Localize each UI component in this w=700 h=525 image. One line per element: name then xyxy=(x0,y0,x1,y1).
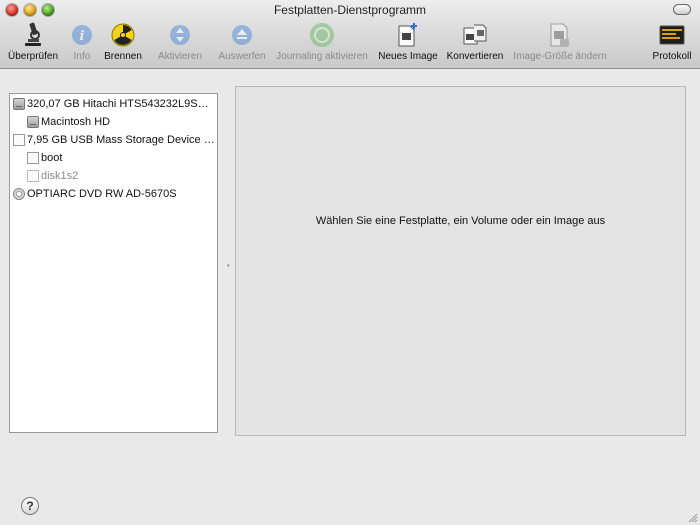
disk-utility-window: Festplatten-Dienstprogramm Überprüfen i … xyxy=(0,0,700,525)
list-item-volume-disk1s2[interactable]: disk1s2 xyxy=(27,167,78,184)
list-item-label: OPTIARC DVD RW AD-5670S xyxy=(27,187,177,200)
burn-button[interactable]: Brennen xyxy=(102,20,144,62)
mount-label: Aktivieren xyxy=(158,51,202,62)
list-item-optical-drive[interactable]: OPTIARC DVD RW AD-5670S xyxy=(13,185,177,202)
eject-label: Auswerfen xyxy=(218,51,266,62)
convert-icon xyxy=(462,20,488,50)
log-button[interactable]: Protokoll xyxy=(649,20,695,62)
help-button[interactable]: ? xyxy=(21,497,39,515)
titlebar-toolbar: Festplatten-Dienstprogramm Überprüfen i … xyxy=(0,0,700,69)
detail-pane: Wählen Sie eine Festplatte, ein Volume o… xyxy=(235,86,686,436)
journaling-button[interactable]: Journaling aktivieren xyxy=(273,20,371,62)
burn-label: Brennen xyxy=(104,51,142,62)
log-icon xyxy=(659,20,685,50)
new-image-button[interactable]: Neues Image xyxy=(377,20,439,62)
info-icon: i xyxy=(71,20,93,50)
verify-button[interactable]: Überprüfen xyxy=(7,20,59,62)
list-item-label: 320,07 GB Hitachi HTS543232L9S… xyxy=(27,97,209,110)
new-image-label: Neues Image xyxy=(378,51,438,62)
split-view-handle[interactable]: • xyxy=(227,261,230,270)
resize-image-label: Image-Größe ändern xyxy=(513,51,607,62)
verify-label: Überprüfen xyxy=(7,51,59,62)
list-item-disk-usb[interactable]: 7,95 GB USB Mass Storage Device … xyxy=(13,131,215,148)
burn-icon xyxy=(111,20,135,50)
convert-button[interactable]: Konvertieren xyxy=(445,20,505,62)
new-image-icon xyxy=(396,20,420,50)
resize-grip-icon[interactable] xyxy=(688,513,698,523)
svg-text:i: i xyxy=(80,29,85,44)
hard-disk-icon xyxy=(13,97,25,110)
eject-icon xyxy=(231,20,253,50)
disk-list[interactable]: 320,07 GB Hitachi HTS543232L9S… Macintos… xyxy=(9,93,218,433)
list-item-disk-hitachi[interactable]: 320,07 GB Hitachi HTS543232L9S… xyxy=(13,95,209,112)
microscope-icon xyxy=(22,20,44,50)
window-title: Festplatten-Dienstprogramm xyxy=(273,3,427,17)
info-label: Info xyxy=(73,51,91,62)
list-item-volume-boot[interactable]: boot xyxy=(27,149,62,166)
mount-icon xyxy=(169,20,191,50)
list-item-volume-macintosh-hd[interactable]: Macintosh HD xyxy=(27,113,110,130)
list-item-label: boot xyxy=(41,151,63,164)
resize-image-icon xyxy=(547,20,573,50)
optical-disc-icon xyxy=(13,187,25,200)
volume-icon xyxy=(27,151,39,164)
log-label: Protokoll xyxy=(652,51,692,62)
resize-image-button[interactable]: Image-Größe ändern xyxy=(511,20,609,62)
journaling-label: Journaling aktivieren xyxy=(276,51,368,62)
convert-label: Konvertieren xyxy=(446,51,504,62)
list-item-label: 7,95 GB USB Mass Storage Device … xyxy=(27,133,215,146)
toolbar-toggle-button[interactable] xyxy=(673,4,691,15)
info-button[interactable]: i Info xyxy=(67,20,97,62)
journaling-icon xyxy=(309,20,335,50)
hard-disk-icon xyxy=(27,115,39,128)
volume-icon xyxy=(27,169,39,182)
usb-disk-icon xyxy=(13,133,25,146)
empty-selection-message: Wählen Sie eine Festplatte, ein Volume o… xyxy=(315,215,606,227)
list-item-label: Macintosh HD xyxy=(41,115,111,128)
toolbar: Überprüfen i Info Brennen Aktivieren Aus… xyxy=(0,20,700,66)
eject-button[interactable]: Auswerfen xyxy=(216,20,268,62)
mount-button[interactable]: Aktivieren xyxy=(154,20,206,62)
list-item-label: disk1s2 xyxy=(41,169,79,182)
